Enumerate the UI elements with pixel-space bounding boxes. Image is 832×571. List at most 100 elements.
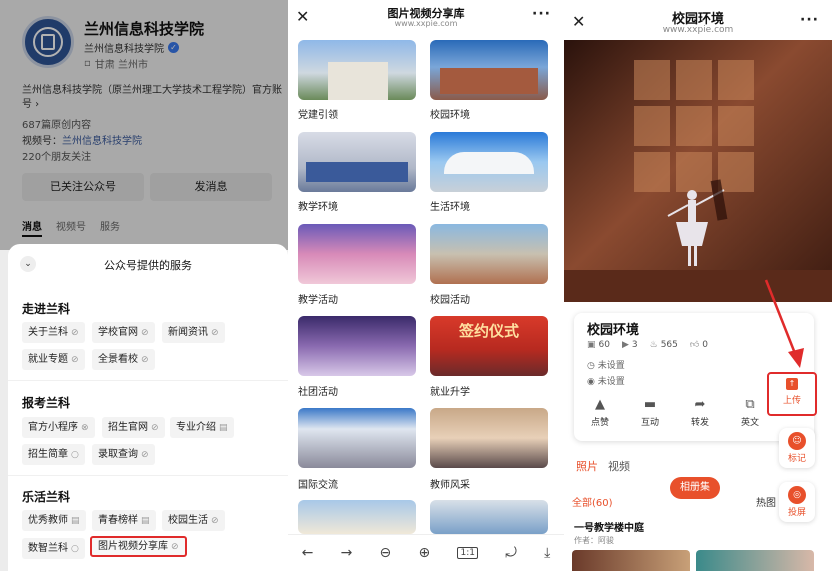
service-news[interactable]: 新闻资讯 ⊘ (162, 322, 225, 343)
canopy-image (444, 152, 534, 174)
like-button[interactable]: ▲ 点赞 (580, 397, 620, 428)
account-tabs: 消息 视频号 服务 (22, 218, 120, 237)
album-set-button[interactable]: 相册集 (670, 477, 720, 499)
link-icon: ⊘ (71, 328, 79, 338)
link-icon: ⊘ (151, 423, 159, 433)
tile-campus-environment[interactable] (430, 40, 548, 100)
service-smart-campus[interactable]: 数智兰科 ○ (22, 538, 85, 559)
account-profile-dimmed: 兰州信息科技学院 兰州信息科技学院 ✓ ▫ 甘肃 兰州市 兰州信息科技学院（原兰… (0, 0, 288, 250)
category-label[interactable]: 校园活动 (430, 291, 470, 306)
avatar[interactable] (22, 16, 74, 68)
upload-button[interactable]: ↑ 上传 (767, 372, 817, 416)
library-panel: ✕ 图片视频分享库 www.xxpie.com ··· 党建引领 校园环境 教学… (288, 0, 564, 571)
lab-image (306, 162, 408, 182)
actual-size-icon[interactable]: 1:1 (457, 547, 478, 559)
category-label[interactable]: 校园环境 (430, 106, 470, 121)
service-panorama[interactable]: 全景看校 ⊘ (92, 349, 155, 370)
tab-services[interactable]: 服务 (100, 218, 120, 237)
annotation-arrow (764, 279, 804, 368)
category-label[interactable]: 党建引领 (298, 106, 338, 121)
english-button[interactable]: ⧉ 英文 (730, 397, 770, 428)
mark-label: 标记 (787, 454, 806, 464)
campus-building-image (440, 68, 538, 94)
mini-program-icon: ⊗ (81, 423, 89, 433)
album-place: ◉ 未设置 (587, 374, 625, 387)
share-button[interactable]: ➦ 转发 (680, 397, 720, 428)
service-majors[interactable]: 专业介绍 ▤ (170, 417, 234, 438)
back-arrow-icon[interactable]: ← (302, 545, 314, 561)
link-icon: ⊘ (141, 355, 149, 365)
category-label[interactable]: 教学环境 (298, 198, 338, 213)
service-label: 数智兰科 (28, 543, 68, 554)
account-subject: 兰州信息科技学院 ✓ (84, 40, 179, 55)
service-about[interactable]: 关于兰科 ⊘ (22, 322, 85, 343)
service-label: 青春榜样 (98, 515, 138, 526)
tile-teaching-activities[interactable] (298, 224, 416, 284)
album-header: ✕ 校园环境 www.xxpie.com ··· (564, 0, 832, 40)
tile-teaching-environment[interactable] (298, 132, 416, 192)
service-admission-guide[interactable]: 招生简章 ○ (22, 444, 85, 465)
service-teachers[interactable]: 优秀教师 ▤ (22, 510, 86, 531)
tile-employment[interactable]: 签约仪式 (430, 316, 548, 376)
interact-button[interactable]: ▬ 互动 (630, 397, 670, 428)
service-label: 学校官网 (98, 327, 138, 338)
category-label[interactable]: 教师风采 (430, 476, 470, 491)
video-channel-name: 兰州信息科技学院 (62, 136, 142, 147)
section-divider (8, 380, 288, 381)
forward-arrow-icon[interactable]: → (341, 545, 353, 561)
service-campus-life[interactable]: 校园生活 ⊘ (162, 510, 225, 531)
tab-video-channel[interactable]: 视频号 (56, 218, 86, 237)
service-label: 就业专题 (28, 354, 68, 365)
account-description[interactable]: 兰州信息科技学院（原兰州理工大学技术工程学院）官方账号 › (22, 84, 284, 112)
photo-thumbnail[interactable] (572, 550, 690, 571)
all-count[interactable]: 全部(60) (572, 494, 613, 509)
service-media-library[interactable]: 图片视频分享库 ⊘ (90, 536, 187, 557)
tab-photos[interactable]: 照片 (576, 458, 598, 474)
photo-thumbnail[interactable] (696, 550, 814, 571)
category-label[interactable]: 教学活动 (298, 291, 338, 306)
hot-photos-filter[interactable]: 热图 (756, 494, 776, 509)
link-icon: ⊘ (141, 328, 149, 338)
tile-international[interactable] (298, 408, 416, 468)
signing-ceremony-text: 签约仪式 (458, 322, 519, 340)
tile-club-activities[interactable] (298, 316, 416, 376)
mini-program-icon: ○ (71, 450, 79, 460)
tile-teacher-profile[interactable] (430, 408, 548, 468)
tile-campus-activities[interactable] (430, 224, 548, 284)
mark-button-content[interactable]: ☺ 标记 (785, 432, 809, 464)
service-admission-site[interactable]: 招生官网 ⊘ (102, 417, 165, 438)
service-role-models[interactable]: 青春榜样 ▤ (92, 510, 156, 531)
tile-more-2[interactable] (430, 500, 548, 534)
more-icon[interactable]: ··· (532, 6, 551, 22)
category-label[interactable]: 国际交流 (298, 476, 338, 491)
video-channel[interactable]: 视频号：兰州信息科技学院 (22, 132, 142, 147)
video-count: ▶ 3 (622, 340, 638, 350)
section-title-apply: 报考兰科 (22, 396, 71, 410)
tile-more-1[interactable] (298, 500, 416, 534)
followed-button[interactable]: 已关注公众号 (22, 173, 144, 201)
zoom-in-icon[interactable]: ⊕ (419, 545, 431, 561)
zoom-out-icon[interactable]: ⊖ (380, 545, 392, 561)
rotate-icon[interactable]: ⤾ (505, 545, 517, 561)
link-icon: ⊘ (71, 355, 79, 365)
send-message-button[interactable]: 发消息 (150, 173, 272, 201)
download-icon[interactable]: ⤓ (544, 545, 550, 561)
service-employment[interactable]: 就业专题 ⊘ (22, 349, 85, 370)
tile-party-building[interactable] (298, 40, 416, 100)
like-count: 👍︎ 0 (690, 340, 708, 350)
category-label[interactable]: 就业升学 (430, 383, 470, 398)
more-icon[interactable]: ··· (800, 12, 819, 28)
cast-button-content[interactable]: ◎ 投屏 (785, 486, 809, 518)
tile-living-environment[interactable] (430, 132, 548, 192)
category-label[interactable]: 生活环境 (430, 198, 470, 213)
service-label: 录取查询 (98, 449, 138, 460)
service-admission-query[interactable]: 录取查询 ⊘ (92, 444, 155, 465)
album-cover-photo[interactable] (564, 40, 832, 302)
service-official-site[interactable]: 学校官网 ⊘ (92, 322, 155, 343)
service-mini-program[interactable]: 官方小程序 ⊗ (22, 417, 95, 438)
video-icon: ▶ (621, 340, 629, 350)
tab-messages[interactable]: 消息 (22, 218, 42, 237)
service-label: 官方小程序 (28, 422, 78, 433)
tab-videos[interactable]: 视频 (608, 458, 630, 474)
category-label[interactable]: 社团活动 (298, 383, 338, 398)
